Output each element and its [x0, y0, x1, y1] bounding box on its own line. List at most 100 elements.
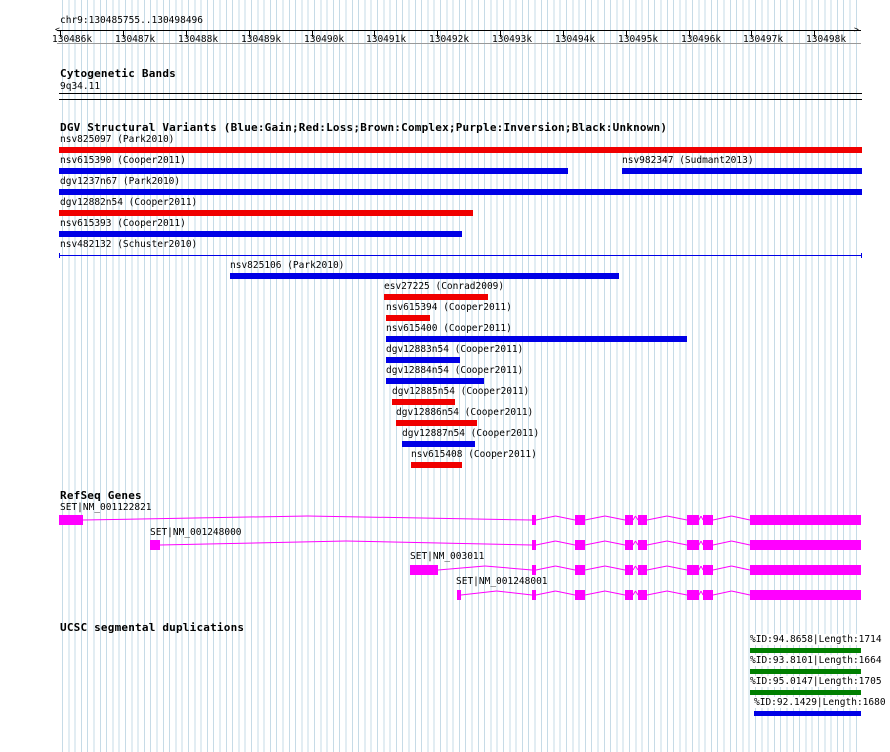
refseq-intron [635, 590, 639, 596]
refseq-exon [532, 590, 536, 600]
refseq-exon [750, 590, 861, 600]
segdup-bar [750, 669, 861, 674]
segdup-label: %ID:92.1429|Length:1680 [754, 697, 886, 708]
refseq-exon [575, 590, 585, 600]
refseq-intron [82, 515, 308, 521]
refseq-intron [632, 590, 636, 596]
refseq-exon [687, 565, 699, 575]
refseq-intron [604, 515, 626, 521]
refseq-intron [307, 515, 533, 521]
dgv-feature-label: nsv615394 (Cooper2011) [386, 302, 512, 313]
refseq-intron [731, 515, 751, 521]
refseq-gene-label: SET|NM_001122821 [60, 502, 152, 513]
segdup-label: %ID:94.8658|Length:1714 [750, 634, 882, 645]
refseq-intron [666, 565, 688, 571]
segdup-bar [750, 648, 861, 653]
refseq-exon [687, 515, 699, 525]
dgv-feature-label: nsv982347 (Sudmant2013) [622, 155, 754, 166]
refseq-intron [712, 590, 732, 596]
refseq-exon [750, 515, 861, 525]
refseq-intron [700, 540, 704, 546]
refseq-intron [646, 565, 668, 571]
refseq-exon [532, 515, 536, 525]
refseq-exon [703, 540, 713, 550]
refseq-exon [687, 540, 699, 550]
dgv-feature-label: dgv1237n67 (Park2010) [60, 176, 181, 187]
refseq-exon [575, 540, 585, 550]
refseq-intron [584, 515, 606, 521]
refseq-intron [437, 565, 486, 571]
refseq-exon [575, 565, 585, 575]
refseq-intron [698, 565, 702, 571]
refseq-exon [532, 540, 536, 550]
refseq-intron [635, 540, 639, 546]
refseq-exon [457, 590, 461, 600]
segdup-label: %ID:93.8101|Length:1664 [750, 655, 882, 666]
refseq-exon [750, 565, 861, 575]
dgv-feature-label: nsv615400 (Cooper2011) [386, 323, 512, 334]
segdup-bar [754, 711, 861, 716]
refseq-intron [646, 515, 668, 521]
refseq-exon [703, 565, 713, 575]
refseq-exon [59, 515, 83, 525]
refseq-intron [535, 540, 556, 546]
refseq-exon [410, 565, 438, 575]
refseq-gene-label: SET|NM_001248000 [150, 527, 242, 538]
dgv-feature-label: dgv12887n54 (Cooper2011) [402, 428, 540, 439]
refseq-intron [584, 565, 606, 571]
refseq-intron [700, 515, 704, 521]
refseq-intron [698, 515, 702, 521]
dgv-feature-label: nsv482132 (Schuster2010) [60, 239, 198, 250]
refseq-intron [555, 515, 576, 521]
dgv-feature-label: dgv12885n54 (Cooper2011) [392, 386, 530, 397]
refseq-exon [750, 540, 861, 550]
dgv-feature-label: dgv12883n54 (Cooper2011) [386, 344, 524, 355]
refseq-intron [700, 565, 704, 571]
dgv-feature-label: dgv12886n54 (Cooper2011) [396, 407, 534, 418]
refseq-intron [698, 540, 702, 546]
refseq-intron [731, 590, 751, 596]
segdup-label: %ID:95.0147|Length:1705 [750, 676, 882, 687]
dgv-feature-label: nsv825097 (Park2010) [60, 134, 175, 145]
dgv-feature-label: nsv615393 (Cooper2011) [60, 218, 186, 229]
dgv-feature-label: nsv615390 (Cooper2011) [60, 155, 186, 166]
refseq-intron [731, 565, 751, 571]
refseq-intron [584, 540, 606, 546]
refseq-intron [535, 590, 556, 596]
refseq-gene-label: SET|NM_001248001 [456, 576, 548, 587]
refseq-intron [666, 590, 688, 596]
refseq-exon [687, 590, 699, 600]
refseq-exon [150, 540, 160, 550]
dgv-feature-label: dgv12882n54 (Cooper2011) [60, 197, 198, 208]
refseq-intron [604, 540, 626, 546]
segdup-bar [750, 690, 861, 695]
refseq-intron [712, 515, 732, 521]
refseq-intron [712, 540, 732, 546]
refseq-intron [632, 565, 636, 571]
refseq-intron [484, 565, 533, 571]
refseq-intron [646, 540, 668, 546]
refseq-exon [638, 565, 647, 575]
refseq-intron [700, 590, 704, 596]
refseq-exon [625, 590, 633, 600]
refseq-exon [638, 540, 647, 550]
refseq-intron [604, 565, 626, 571]
refseq-exon [703, 590, 713, 600]
refseq-intron [555, 590, 576, 596]
refseq-intron [496, 590, 533, 596]
refseq-intron [635, 565, 639, 571]
refseq-intron [698, 590, 702, 596]
refseq-gene-label: SET|NM_003011 [410, 551, 485, 562]
refseq-exon [532, 565, 536, 575]
refseq-exon [625, 565, 633, 575]
dgv-feature-label: esv27225 (Conrad2009) [384, 281, 505, 292]
refseq-exon [625, 515, 633, 525]
refseq-intron [666, 540, 688, 546]
refseq-intron [535, 565, 556, 571]
refseq-exon [638, 590, 647, 600]
refseq-intron [731, 540, 751, 546]
refseq-intron [584, 590, 606, 596]
refseq-intron [555, 565, 576, 571]
dgv-feature-label: nsv615408 (Cooper2011) [411, 449, 537, 460]
segdup-track-title: UCSC segmental duplications [60, 621, 245, 634]
